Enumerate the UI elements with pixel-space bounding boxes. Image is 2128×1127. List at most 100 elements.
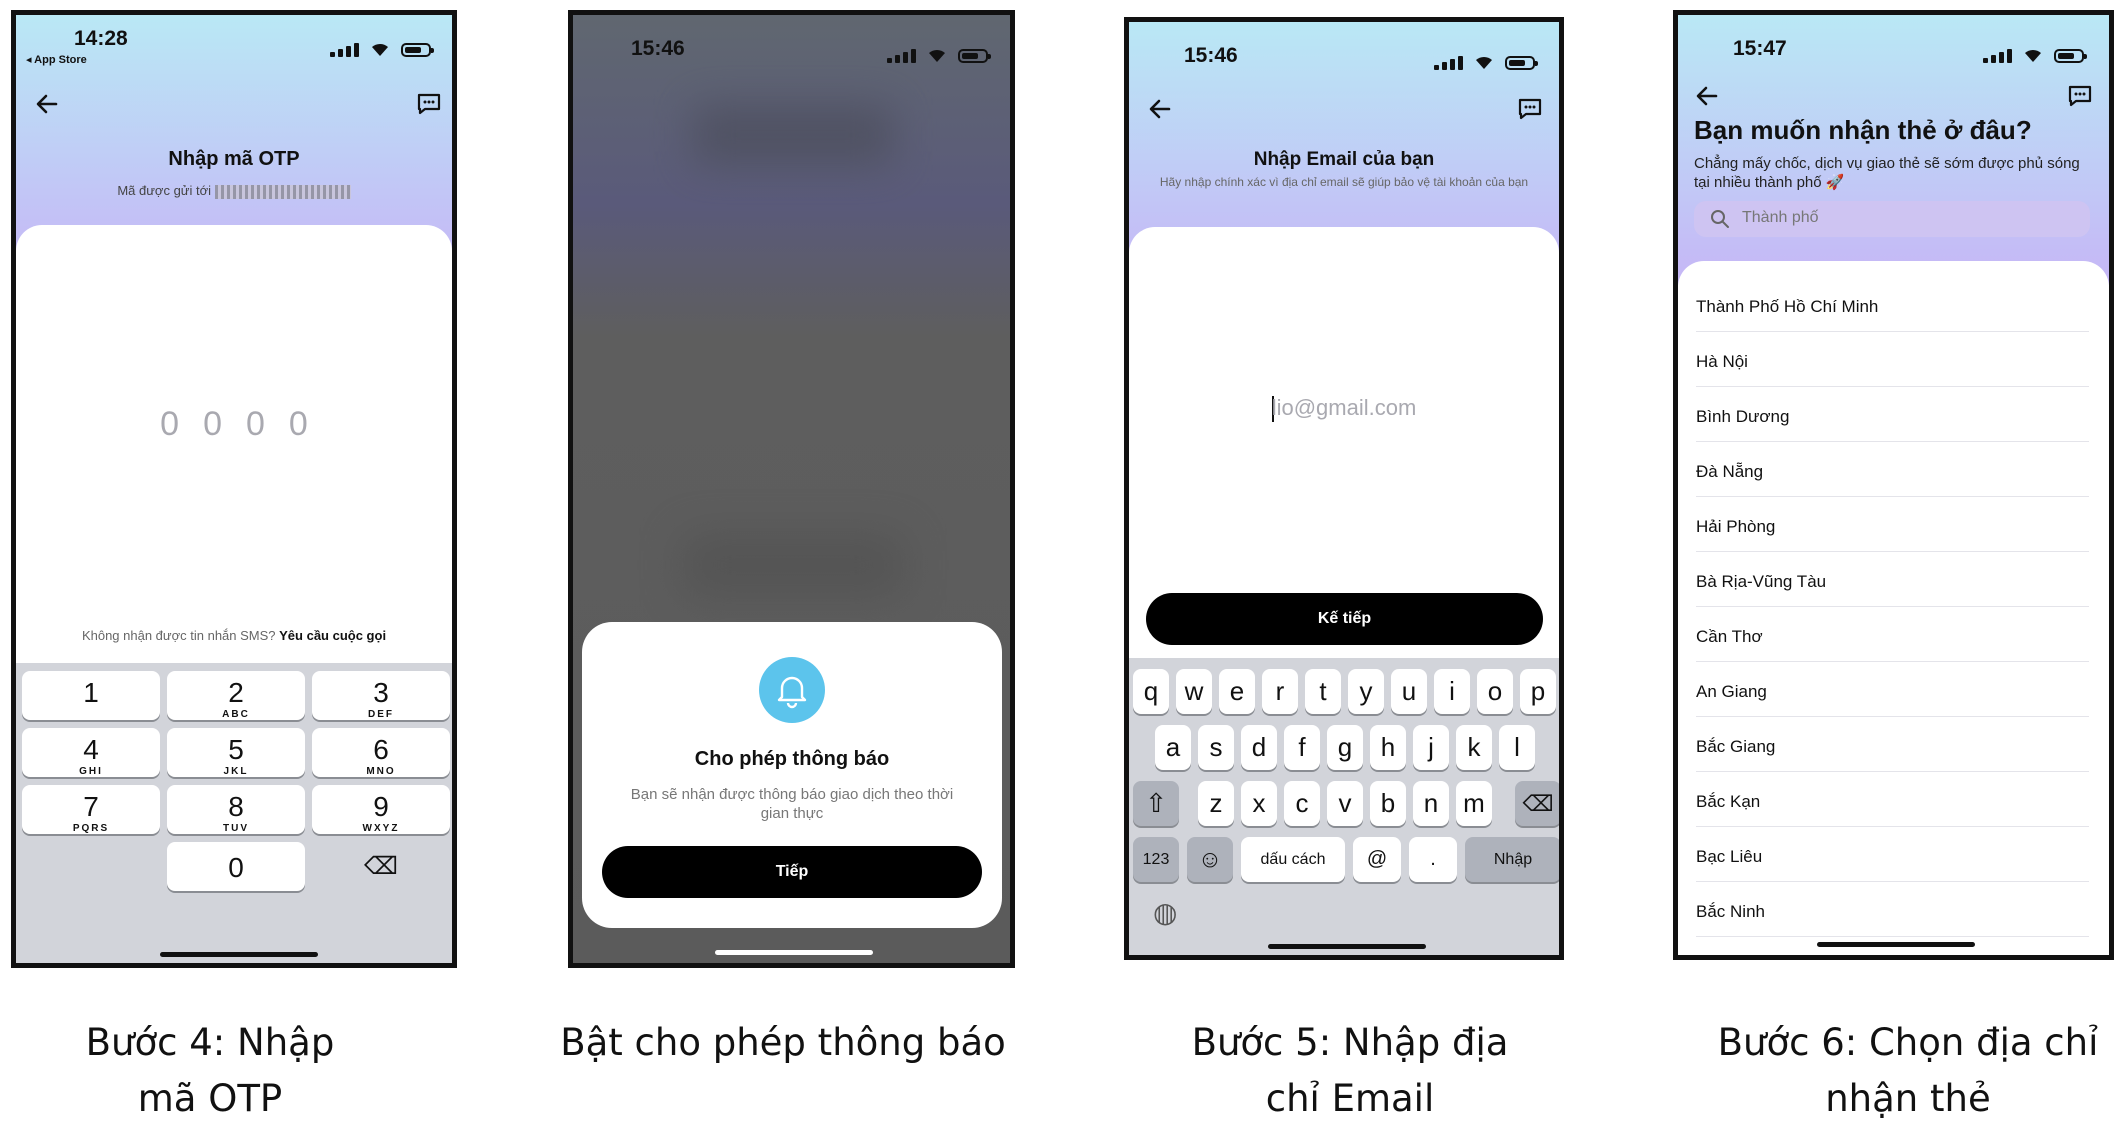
letter-key[interactable]: n [1413, 781, 1449, 826]
arrow-left-icon[interactable] [34, 91, 60, 117]
dot-key[interactable]: . [1409, 837, 1457, 882]
letter-key[interactable]: f [1284, 725, 1320, 770]
caption-step-6: Bước 6: Chọn địa chỉ nhận thẻ [1717, 1021, 2099, 1120]
back-to-app-store[interactable]: ◂ App Store [26, 53, 87, 66]
letter-key[interactable]: u [1391, 669, 1427, 714]
letter-key[interactable]: a [1155, 725, 1191, 770]
key-8[interactable]: 8 TUV [167, 785, 305, 834]
letter-key[interactable]: i [1434, 669, 1470, 714]
chat-icon[interactable] [416, 91, 442, 117]
key-6[interactable]: 6 MNO [312, 728, 450, 777]
search-input[interactable]: Thành phố [1694, 201, 2090, 237]
email-input[interactable]: lio@gmail.com [1129, 395, 1559, 423]
key-digit: 5 [228, 734, 244, 765]
request-call-link[interactable]: Yêu cầu cuộc gọi [279, 628, 386, 643]
key-letters: GHI [79, 766, 103, 777]
letter-key-label: w [1184, 676, 1204, 706]
blurred-background [693, 105, 893, 165]
key-1[interactable]: 1 [22, 671, 160, 720]
letter-key[interactable]: h [1370, 725, 1406, 770]
signal-icon [330, 43, 359, 57]
blurred-background [683, 535, 903, 595]
key-4[interactable]: 4 GHI [22, 728, 160, 777]
letter-key[interactable]: v [1327, 781, 1363, 826]
space-key[interactable]: dấu cách [1241, 837, 1345, 882]
status-icons [1983, 47, 2087, 63]
status-icons [887, 47, 991, 63]
letter-key[interactable]: b [1370, 781, 1406, 826]
signal-icon [1983, 49, 2012, 63]
key-3[interactable]: 3 DEF [312, 671, 450, 720]
letter-key[interactable]: x [1241, 781, 1277, 826]
page-subtitle: Chẳng mấy chốc, dịch vụ giao thẻ sẽ sớm … [1694, 155, 2080, 191]
letter-key-label: v [1338, 788, 1352, 818]
letter-key-label: d [1251, 732, 1267, 762]
chat-icon[interactable] [1517, 96, 1543, 122]
city-list-item[interactable]: Đà Nẵng [1696, 462, 2089, 497]
otp-input[interactable]: 0 0 0 0 [16, 405, 452, 444]
caption-notifications: Bật cho phép thông báo [560, 1021, 1006, 1064]
numeric-keypad: 1 2 ABC 3 DEF 4 GHI 5 JKL 6 MNO 7 PQRS 8 TUV 9W… [16, 663, 452, 963]
city-list-item[interactable]: Bạc Liêu [1696, 847, 2089, 882]
letter-key-label: r [1275, 676, 1285, 706]
sheet-title: Cho phép thông báo [694, 748, 890, 770]
globe-icon[interactable]: ◍ [1153, 896, 1177, 929]
at-key[interactable]: @ [1353, 837, 1401, 882]
arrow-left-icon[interactable] [1694, 83, 1720, 109]
key-2[interactable]: 2 ABC [167, 671, 305, 720]
letter-key[interactable]: r [1262, 669, 1298, 714]
letter-key[interactable]: j [1413, 725, 1449, 770]
letter-key[interactable]: t [1305, 669, 1341, 714]
letter-key[interactable]: q [1133, 669, 1169, 714]
city-list-item[interactable]: Thành Phố Hồ Chí Minh [1696, 297, 2089, 332]
letter-key[interactable]: s [1198, 725, 1234, 770]
key-9[interactable]: 9 WXYZ [312, 785, 450, 834]
letter-key[interactable]: l [1499, 725, 1535, 770]
letter-key[interactable]: d [1241, 725, 1277, 770]
otp-screen: 14:28 ◂ App Store Nhập mã OTP Mã được gử… [11, 10, 457, 968]
shift-key[interactable]: ⇧ [1133, 781, 1179, 826]
continue-button[interactable]: Tiếp [602, 846, 982, 898]
key-7[interactable]: 7 PQRS [22, 785, 160, 834]
letter-key[interactable]: e [1219, 669, 1255, 714]
permission-sheet: Cho phép thông báo Bạn sẽ nhận được thôn… [582, 622, 1002, 928]
letter-key[interactable]: z [1198, 781, 1234, 826]
chat-icon[interactable] [2067, 83, 2093, 109]
email-screen: 15:46 Nhập Email của bạn Hãy nhập chính … [1124, 17, 1564, 960]
city-list-item[interactable]: Hải Phòng [1696, 517, 2089, 552]
letter-key-label: b [1380, 788, 1396, 818]
key-letters: PQRS [72, 823, 110, 834]
letter-key-label: q [1143, 676, 1159, 706]
city-list-item[interactable]: Bình Dương [1696, 407, 2089, 442]
key-digit: 4 [83, 734, 99, 765]
letter-key-label: y [1359, 676, 1373, 706]
letter-key[interactable]: w [1176, 669, 1212, 714]
wifi-icon [929, 49, 945, 62]
city-list-item[interactable]: Bắc Ninh [1696, 902, 2089, 937]
arrow-left-icon[interactable] [1147, 96, 1173, 122]
letter-key[interactable]: c [1284, 781, 1320, 826]
delete-key[interactable]: ⌫ [312, 842, 450, 891]
letter-key[interactable]: o [1477, 669, 1513, 714]
letter-key[interactable]: y [1348, 669, 1384, 714]
backspace-key[interactable]: ⌫ [1515, 781, 1559, 826]
emoji-key[interactable]: ☺ [1187, 837, 1233, 882]
letter-key-label: u [1401, 676, 1417, 706]
letter-key[interactable]: p [1520, 669, 1556, 714]
letter-key[interactable]: m [1456, 781, 1492, 826]
city-list-item[interactable]: Bắc Giang [1696, 737, 2089, 772]
city-list-item[interactable]: Bà Rịa-Vũng Tàu [1696, 572, 2089, 607]
city-list-item[interactable]: Hà Nội [1696, 352, 2089, 387]
city-list-item[interactable]: Cần Thơ [1696, 627, 2089, 662]
city-list-item[interactable]: Bắc Kạn [1696, 792, 2089, 827]
key-0[interactable]: 0 [167, 842, 305, 891]
letter-key[interactable]: k [1456, 725, 1492, 770]
letter-key-label: n [1423, 788, 1439, 818]
enter-key[interactable]: Nhập [1465, 837, 1559, 882]
next-button[interactable]: Kế tiếp [1146, 593, 1543, 645]
letter-key[interactable]: g [1327, 725, 1363, 770]
key-5[interactable]: 5 JKL [167, 728, 305, 777]
city-list-item[interactable]: An Giang [1696, 682, 2089, 717]
numbers-key[interactable]: 123 [1133, 837, 1179, 882]
status-icons [330, 41, 434, 57]
